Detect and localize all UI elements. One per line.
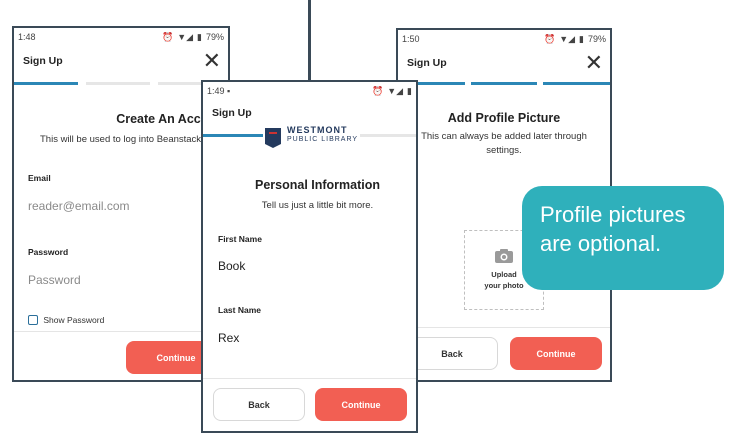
back-button[interactable]: Back bbox=[406, 337, 498, 370]
callout-bubble: Profile pictures are optional. bbox=[522, 186, 724, 290]
page-title: Sign Up bbox=[407, 57, 447, 69]
library-name-top: WESTMONT bbox=[287, 125, 348, 135]
upload-label-line1: Upload bbox=[491, 270, 517, 279]
email-label: Email bbox=[28, 173, 51, 183]
progress-step-2 bbox=[86, 82, 150, 85]
footer: Continue bbox=[14, 331, 228, 380]
continue-button[interactable]: Continue bbox=[315, 388, 407, 421]
progress-step-3 bbox=[543, 82, 610, 85]
library-logo: WESTMONT PUBLIC LIBRARY bbox=[263, 125, 361, 148]
connector-line bbox=[308, 0, 311, 82]
app-bar: Sign Up ✕ bbox=[14, 46, 228, 76]
battery-level: 79% bbox=[587, 34, 606, 44]
email-field[interactable]: reader@email.com bbox=[28, 199, 214, 213]
progress-steps bbox=[398, 82, 610, 85]
footer: Back Continue bbox=[203, 378, 416, 431]
section-subtitle: Tell us just a little bit more. bbox=[261, 200, 374, 211]
section-heading: Personal Information bbox=[254, 178, 381, 192]
first-name-label: First Name bbox=[218, 234, 262, 244]
status-time: 1:49 bbox=[207, 86, 225, 96]
battery-level: 79% bbox=[205, 32, 224, 42]
progress-step-2 bbox=[353, 134, 416, 137]
close-icon[interactable]: ✕ bbox=[585, 52, 603, 74]
alarm-icon: ⏰ bbox=[543, 33, 556, 44]
section-heading: Add Profile Picture bbox=[447, 111, 561, 125]
section-subtitle: This can always be added later through s… bbox=[421, 131, 587, 156]
last-name-field[interactable]: Rex bbox=[218, 331, 401, 345]
camera-icon bbox=[495, 249, 513, 263]
show-password-row[interactable]: Show Password bbox=[28, 314, 214, 325]
image-icon: ▪ bbox=[227, 86, 231, 96]
status-bar: 1:50 ⏰ ▼◢ ▮ 79% bbox=[398, 30, 610, 48]
battery-icon: ▮ bbox=[579, 33, 584, 44]
page-title: Sign Up bbox=[212, 107, 252, 119]
upload-label-line2: your photo bbox=[484, 281, 524, 290]
show-password-label: Show Password bbox=[43, 314, 105, 325]
battery-icon: ▮ bbox=[407, 85, 412, 96]
callout-line-1: Profile pictures bbox=[540, 202, 686, 227]
last-name-label: Last Name bbox=[218, 305, 261, 315]
first-name-field[interactable]: Book bbox=[218, 259, 401, 273]
footer: Back Continue bbox=[398, 327, 610, 380]
alarm-icon: ⏰ bbox=[371, 85, 384, 96]
status-time: 1:48 bbox=[18, 32, 36, 42]
alarm-icon: ⏰ bbox=[161, 31, 174, 42]
signal-icon: ▼◢ bbox=[387, 85, 404, 96]
progress-step-2 bbox=[470, 82, 538, 85]
show-password-checkbox[interactable] bbox=[28, 314, 38, 325]
library-logo-icon bbox=[265, 128, 281, 148]
page-title: Sign Up bbox=[23, 55, 63, 67]
battery-icon: ▮ bbox=[197, 31, 202, 42]
phone-screen-create-account: 1:48 ⏰ ▼◢ ▮ 79% Sign Up ✕ Create An Acco… bbox=[12, 26, 230, 382]
close-icon[interactable]: ✕ bbox=[203, 50, 221, 72]
continue-button[interactable]: Continue bbox=[510, 337, 602, 370]
password-label: Password bbox=[28, 247, 69, 257]
signal-icon: ▼◢ bbox=[177, 31, 194, 42]
back-button[interactable]: Back bbox=[213, 388, 305, 421]
password-field[interactable]: Password bbox=[28, 273, 214, 287]
app-bar: Sign Up bbox=[203, 100, 416, 126]
progress-steps bbox=[14, 82, 228, 85]
section-heading: Create An Account bbox=[116, 112, 228, 126]
status-bar: 1:48 ⏰ ▼◢ ▮ 79% bbox=[14, 28, 228, 46]
app-bar: Sign Up ✕ bbox=[398, 48, 610, 78]
phone-screen-personal-info: 1:49 ▪ ⏰ ▼◢ ▮ Sign Up WESTMONT PUBLIC LI… bbox=[201, 80, 418, 433]
library-name-bottom: PUBLIC LIBRARY bbox=[287, 136, 359, 143]
section-subtitle: This will be used to log into Beanstack. bbox=[40, 134, 204, 145]
status-bar: 1:49 ▪ ⏰ ▼◢ ▮ bbox=[203, 82, 416, 100]
signal-icon: ▼◢ bbox=[559, 33, 576, 44]
progress-step-1 bbox=[14, 82, 78, 85]
status-time: 1:50 bbox=[402, 34, 420, 44]
callout-line-2: are optional. bbox=[540, 231, 662, 256]
